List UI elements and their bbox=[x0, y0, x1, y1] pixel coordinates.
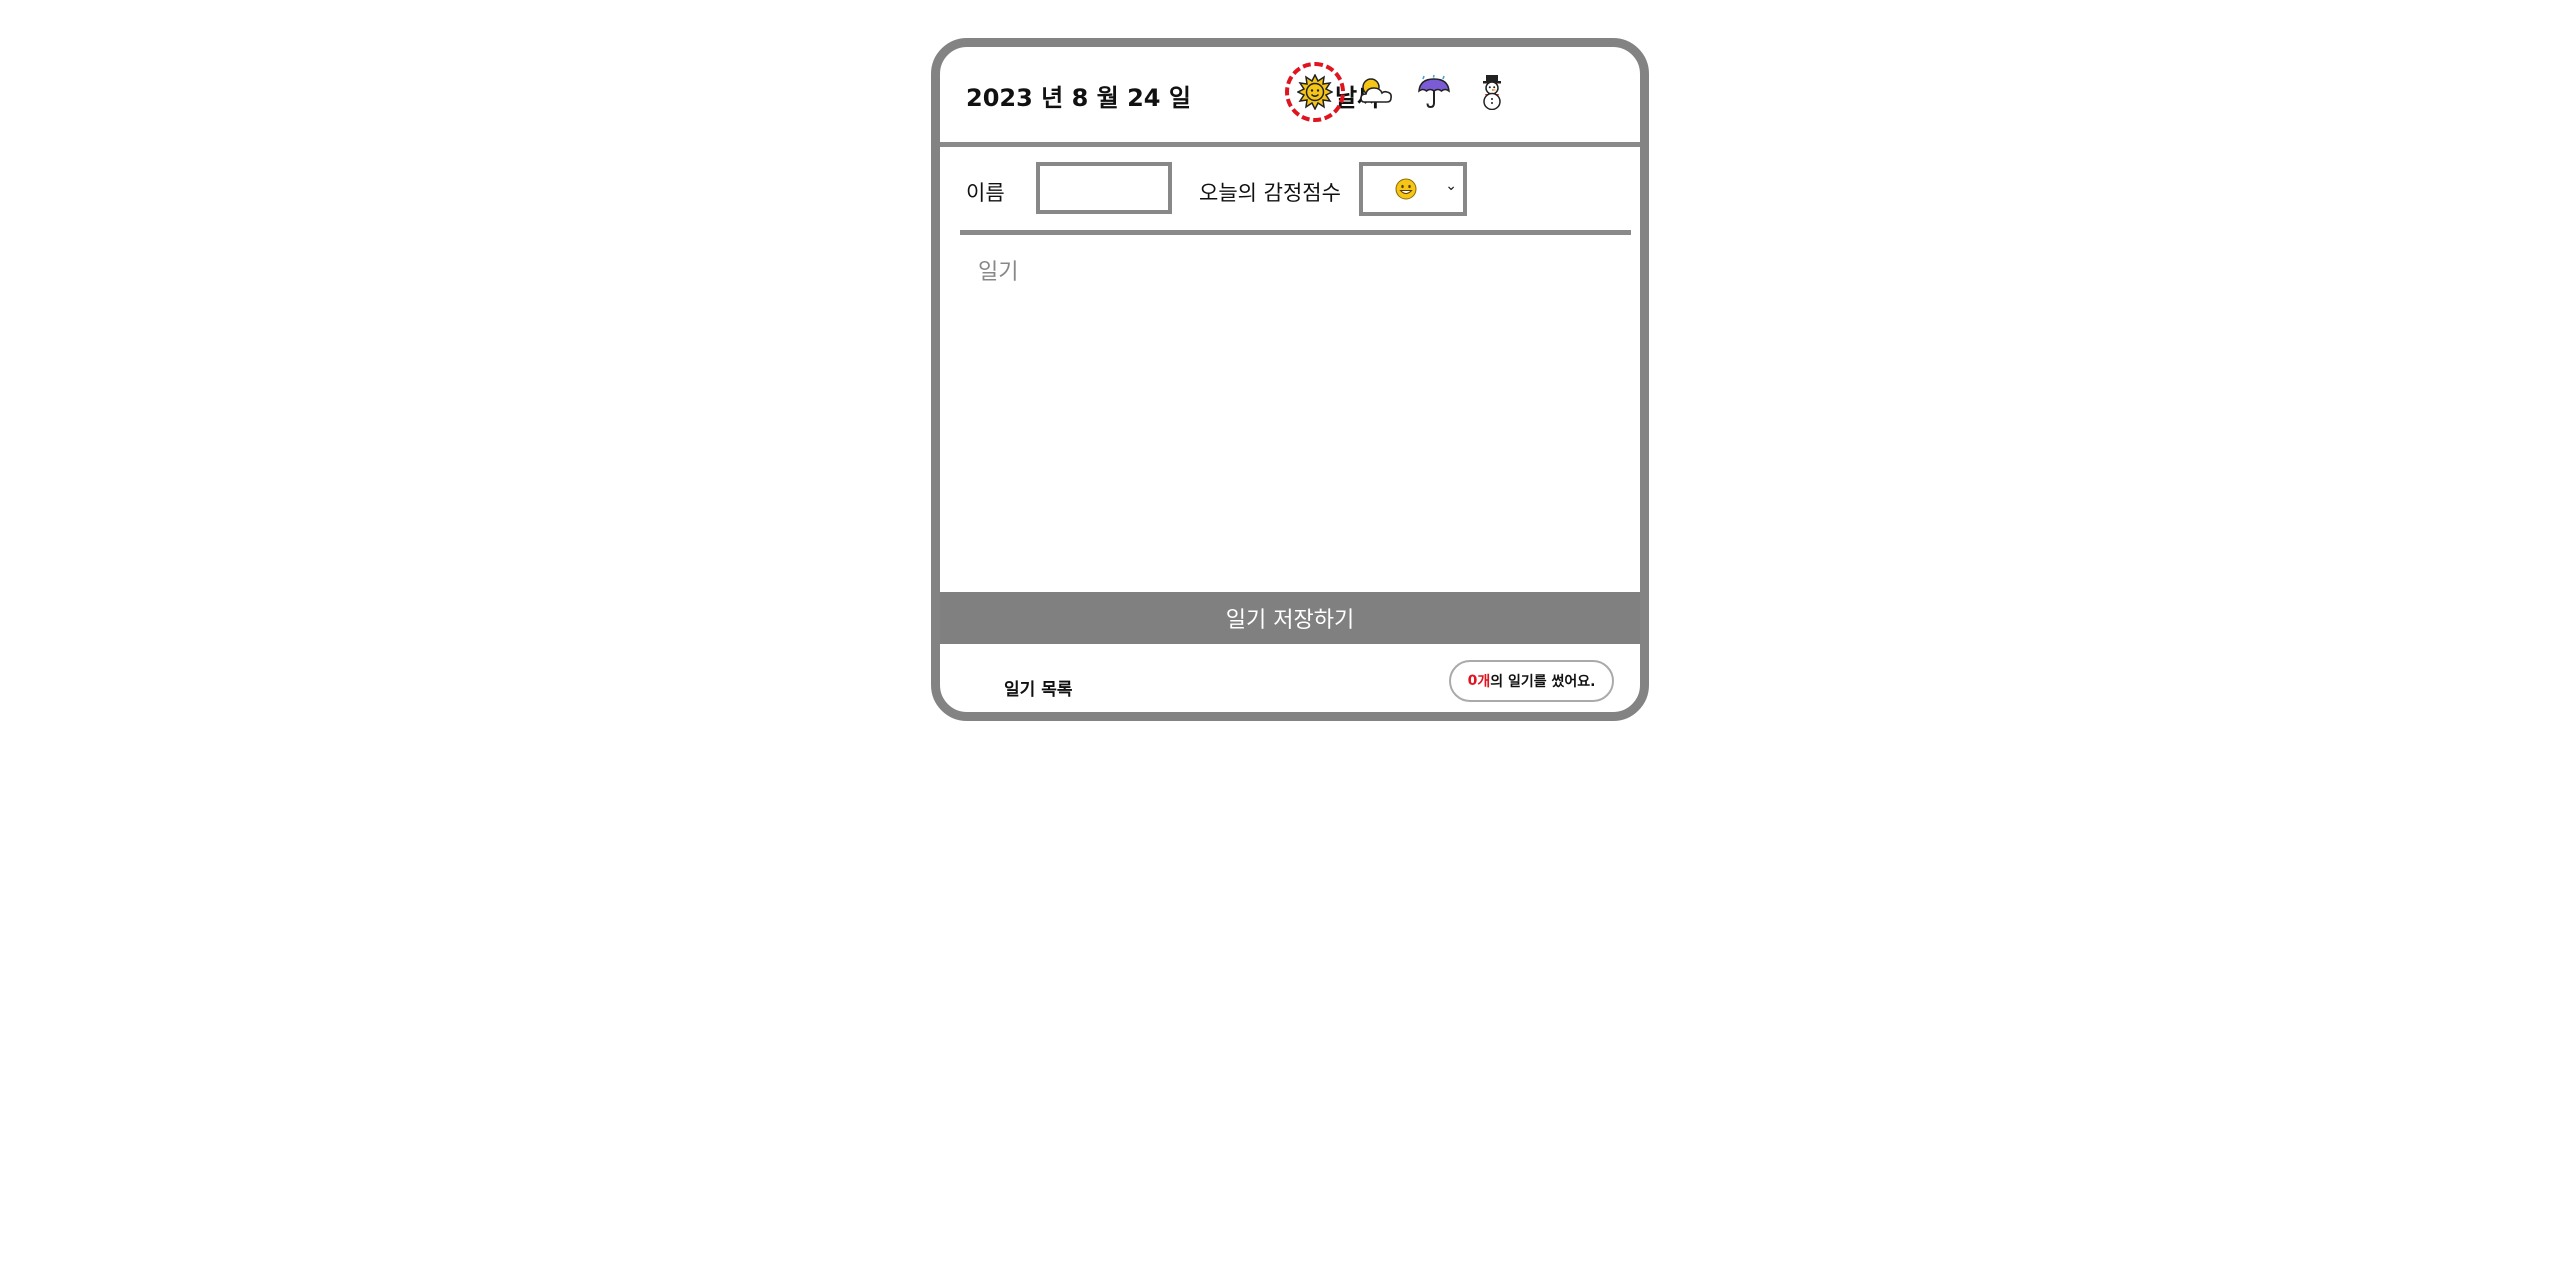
sun-behind-cloud-icon bbox=[1360, 78, 1392, 103]
diary-card: 2023 년 8 월 24 일 날씨 이름 오늘의 감정점수 ⌄ 일기 일기 저… bbox=[931, 38, 1649, 721]
name-input[interactable] bbox=[1036, 162, 1172, 214]
sun-icon bbox=[1297, 74, 1333, 110]
diary-count-number: 0 bbox=[1467, 673, 1478, 689]
diary-count-suffix: 의 일기를 썼어요. bbox=[1490, 674, 1596, 690]
chevron-down-icon: ⌄ bbox=[1445, 178, 1457, 194]
grinning-face-icon bbox=[1395, 178, 1417, 200]
weather-option-sunny[interactable] bbox=[1285, 62, 1345, 122]
diary-textarea[interactable] bbox=[960, 244, 1631, 584]
umbrella-rain-icon bbox=[1418, 74, 1450, 109]
emotion-score-select[interactable]: ⌄ bbox=[1359, 162, 1467, 216]
diary-header: 2023 년 8 월 24 일 날씨 bbox=[940, 47, 1640, 142]
weather-option-cloudy[interactable] bbox=[1346, 62, 1406, 122]
emotion-score-label: 오늘의 감정점수 bbox=[1199, 181, 1341, 205]
save-diary-button[interactable]: 일기 저장하기 bbox=[940, 592, 1640, 644]
diary-count-badge: 0개의 일기를 썼어요. bbox=[1449, 660, 1614, 702]
diary-list-title: 일기 목록 bbox=[1004, 680, 1073, 700]
diary-count-unit: 개 bbox=[1477, 674, 1491, 690]
entry-form-row: 이름 오늘의 감정점수 ⌄ bbox=[940, 147, 1640, 233]
name-label: 이름 bbox=[966, 181, 1005, 205]
weather-option-rainy[interactable] bbox=[1404, 62, 1464, 122]
form-divider bbox=[960, 230, 1631, 235]
today-date: 2023 년 8 월 24 일 bbox=[966, 84, 1191, 112]
snowman-icon bbox=[1483, 75, 1501, 110]
weather-option-snowy[interactable] bbox=[1462, 62, 1522, 122]
